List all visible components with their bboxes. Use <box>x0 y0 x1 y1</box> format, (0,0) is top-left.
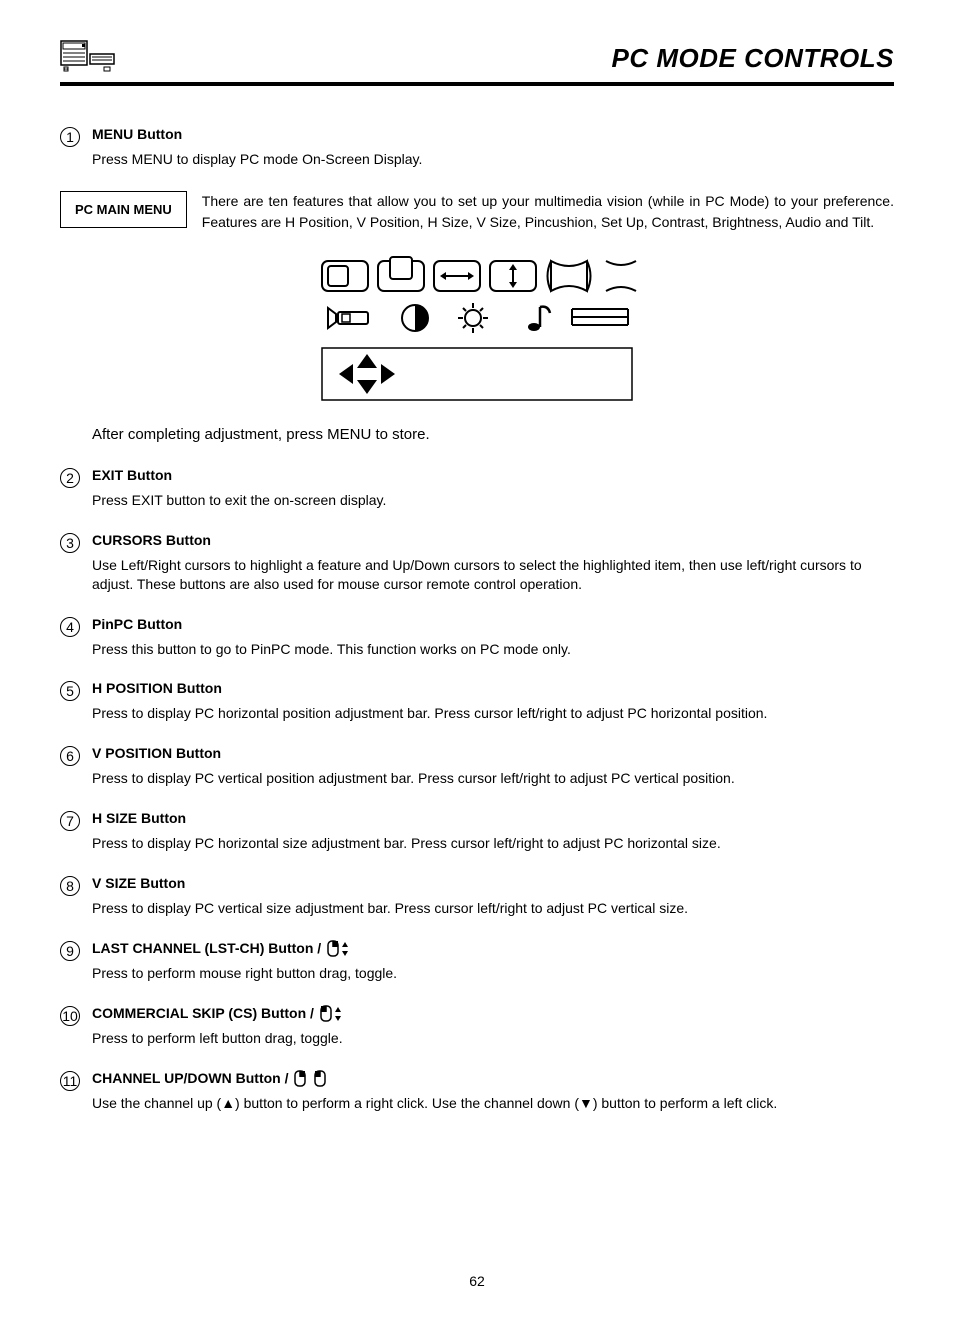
pc-main-menu-box: PC MAIN MENU <box>60 191 187 228</box>
item-body-6: Press to display PC vertical position ad… <box>92 769 894 788</box>
item-title-3: CURSORS Button <box>92 532 211 548</box>
page-title: PC MODE CONTROLS <box>612 43 894 74</box>
item-body-7: Press to display PC horizontal size adju… <box>92 834 894 853</box>
item-title-9: LAST CHANNEL (LST-CH) Button / <box>92 940 353 958</box>
item-body-9: Press to perform mouse right button drag… <box>92 964 894 983</box>
item-11: 11 CHANNEL UP/DOWN Button / Use the chan… <box>60 1070 894 1113</box>
menu-box-row: PC MAIN MENU There are ten features that… <box>60 191 894 233</box>
item-8: 8 V SIZE Button Press to display PC vert… <box>60 875 894 918</box>
item-10: 10 COMMERCIAL SKIP (CS) Button / Press t… <box>60 1005 894 1048</box>
item-title-7: H SIZE Button <box>92 810 186 826</box>
item-9: 9 LAST CHANNEL (LST-CH) Button / Press t… <box>60 940 894 983</box>
mouse-left-click-icon <box>314 1070 326 1088</box>
page-number: 62 <box>60 1273 894 1289</box>
item-body-4: Press this button to go to PinPC mode. T… <box>92 640 894 659</box>
item-num-6: 6 <box>60 746 80 766</box>
mouse-right-click-icon <box>294 1070 306 1088</box>
mouse-left-drag-icon <box>320 1005 344 1023</box>
item-num-5: 5 <box>60 681 80 701</box>
item-body-11: Use the channel up (▲) button to perform… <box>92 1094 894 1113</box>
item-5: 5 H POSITION Button Press to display PC … <box>60 680 894 723</box>
item-num-1: 1 <box>60 127 80 147</box>
mouse-right-drag-icon <box>327 940 351 958</box>
header-rule <box>60 82 894 86</box>
item-num-9: 9 <box>60 941 80 961</box>
osd-icons-block <box>60 253 894 408</box>
item-6: 6 V POSITION Button Press to display PC … <box>60 745 894 788</box>
item-title-11: CHANNEL UP/DOWN Button / <box>92 1070 328 1088</box>
item-body-5: Press to display PC horizontal position … <box>92 704 894 723</box>
item-title-1: MENU Button <box>92 126 182 142</box>
item-num-10: 10 <box>60 1006 80 1026</box>
tv-icon <box>60 40 116 74</box>
item-7: 7 H SIZE Button Press to display PC hori… <box>60 810 894 853</box>
item-body-8: Press to display PC vertical size adjust… <box>92 899 894 918</box>
item-body-3: Use Left/Right cursors to highlight a fe… <box>92 556 894 594</box>
item-num-7: 7 <box>60 811 80 831</box>
menu-desc: There are ten features that allow you to… <box>202 191 894 233</box>
after-note: After completing adjustment, press MENU … <box>92 426 894 443</box>
item-num-8: 8 <box>60 876 80 896</box>
item-num-4: 4 <box>60 617 80 637</box>
item-title-2: EXIT Button <box>92 467 172 483</box>
item-num-11: 11 <box>60 1071 80 1091</box>
item-4: 4 PinPC Button Press this button to go t… <box>60 616 894 659</box>
item-1: 1 MENU Button Press MENU to display PC m… <box>60 126 894 169</box>
item-title-8: V SIZE Button <box>92 875 185 891</box>
item-3: 3 CURSORS Button Use Left/Right cursors … <box>60 532 894 594</box>
item-title-4: PinPC Button <box>92 616 182 632</box>
item-title-6: V POSITION Button <box>92 745 221 761</box>
item-body-10: Press to perform left button drag, toggl… <box>92 1029 894 1048</box>
item-title-5: H POSITION Button <box>92 680 222 696</box>
item-2: 2 EXIT Button Press EXIT button to exit … <box>60 467 894 510</box>
item-body-1: Press MENU to display PC mode On-Screen … <box>92 150 894 169</box>
item-num-3: 3 <box>60 533 80 553</box>
item-body-2: Press EXIT button to exit the on-screen … <box>92 491 894 510</box>
item-num-2: 2 <box>60 468 80 488</box>
item-title-10: COMMERCIAL SKIP (CS) Button / <box>92 1005 346 1023</box>
